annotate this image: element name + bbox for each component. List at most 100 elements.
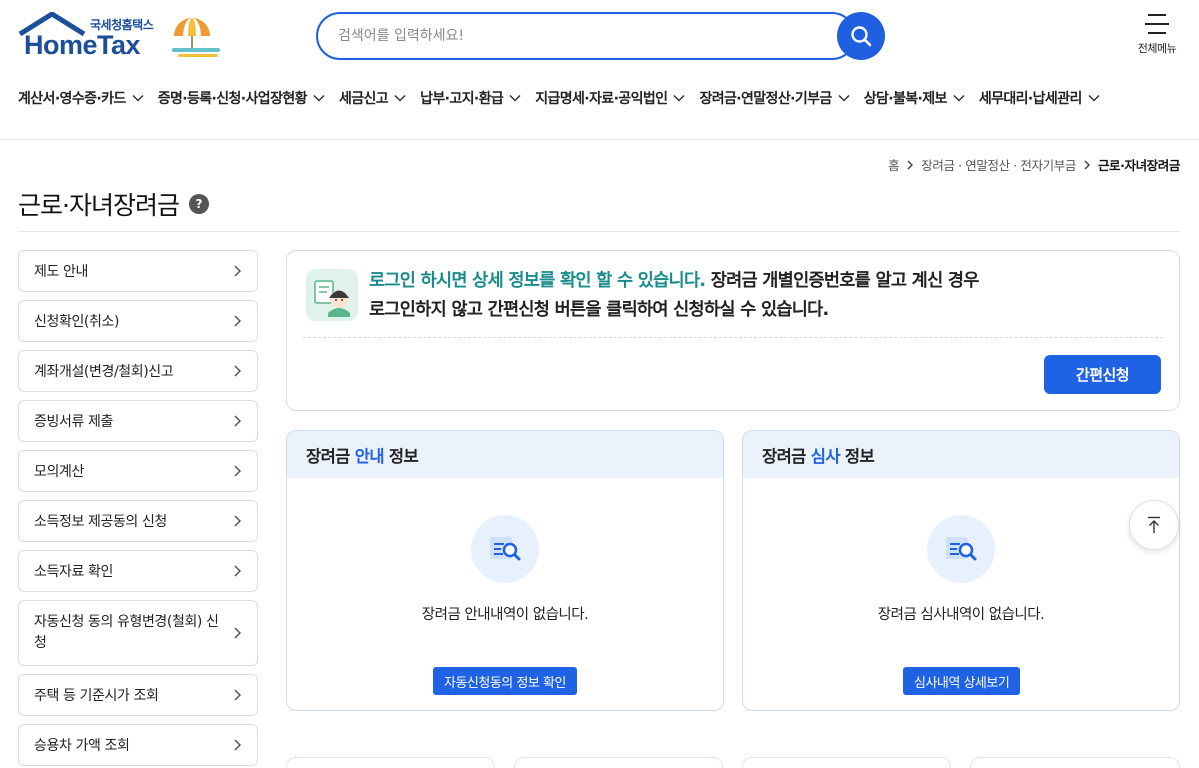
breadcrumb-current: 근로·자녀장려금 bbox=[1097, 158, 1180, 173]
chevron-right-icon bbox=[234, 689, 241, 701]
chevron-right-icon bbox=[907, 159, 914, 170]
beach-umbrella-icon bbox=[172, 18, 220, 57]
notice-divider bbox=[303, 337, 1163, 338]
gnb-label: 세금신고 bbox=[338, 91, 389, 107]
hamburger-icon bbox=[1145, 14, 1169, 34]
help-icon[interactable]: ? bbox=[188, 194, 209, 214]
side-item-label: 제도 안내 bbox=[34, 264, 88, 280]
side-item-program-guide[interactable]: 제도 안내 bbox=[18, 250, 258, 292]
chevron-right-icon bbox=[234, 265, 241, 277]
gnb-label: 상담·불복·제보 bbox=[863, 91, 948, 107]
simple-apply-button[interactable]: 간편신청 bbox=[1044, 355, 1161, 394]
side-item-label: 소득정보 제공동의 신청 bbox=[34, 514, 167, 530]
chevron-down-icon bbox=[132, 94, 144, 102]
chevron-down-icon bbox=[509, 94, 521, 102]
side-item-income-check[interactable]: 소득자료 확인 bbox=[18, 550, 258, 592]
card-header: 장려금 안내 정보 bbox=[287, 431, 723, 478]
all-menu-button[interactable]: 전체메뉴 bbox=[1128, 12, 1186, 64]
bottom-card bbox=[742, 757, 951, 768]
chevron-right-icon bbox=[234, 565, 241, 577]
page-title-row: 근로·자녀장려금 ? bbox=[18, 186, 209, 222]
side-item-document-submit[interactable]: 증빙서류 제출 bbox=[18, 400, 258, 442]
scroll-top-button[interactable] bbox=[1129, 500, 1179, 550]
gnb-label: 납부·고지·환급 bbox=[420, 91, 504, 107]
gnb-label: 장려금·연말정산·기부금 bbox=[699, 91, 832, 107]
card-header: 장려금 심사 정보 bbox=[743, 431, 1179, 478]
side-item-label: 모의계산 bbox=[34, 464, 84, 480]
chevron-down-icon bbox=[953, 94, 965, 102]
page-title: 근로·자녀장려금 bbox=[18, 191, 180, 220]
chevron-right-icon bbox=[234, 365, 241, 377]
side-item-label: 소득자료 확인 bbox=[34, 564, 113, 580]
gnb-item-incentive[interactable]: 장려금·연말정산·기부금 bbox=[699, 88, 850, 108]
side-item-simulation[interactable]: 모의계산 bbox=[18, 450, 258, 492]
search-input[interactable] bbox=[316, 12, 856, 60]
card-title-suffix: 정보 bbox=[844, 446, 875, 466]
chevron-right-icon bbox=[234, 627, 241, 639]
chevron-down-icon bbox=[313, 94, 325, 102]
gnb-label: 계산서·영수증·카드 bbox=[18, 91, 126, 107]
search-button[interactable] bbox=[837, 12, 885, 60]
hometax-logo[interactable]: 국세청홈택스 HomeTax bbox=[18, 12, 228, 62]
incentive-review-card: 장려금 심사 정보 장려금 심사내역이 없습니다. 심사내역 상세보기 bbox=[742, 430, 1180, 711]
card-title-prefix: 장려금 bbox=[306, 446, 350, 466]
side-item-income-consent[interactable]: 소득정보 제공동의 신청 bbox=[18, 500, 258, 542]
gnb-item-statement[interactable]: 지급명세·자료·공익법인 bbox=[535, 88, 685, 108]
global-nav: 계산서·영수증·카드 증명·등록·신청·사업장현황 세금신고 납부·고지·환급 … bbox=[18, 88, 1100, 108]
search-icon bbox=[851, 26, 872, 47]
chevron-down-icon bbox=[1088, 94, 1100, 102]
gnb-label: 증명·등록·신청·사업장현황 bbox=[157, 91, 308, 107]
side-item-house-price[interactable]: 주택 등 기준시가 조회 bbox=[18, 674, 258, 716]
bottom-card bbox=[970, 757, 1180, 768]
gnb-item-payment[interactable]: 납부·고지·환급 bbox=[420, 88, 521, 108]
side-item-label: 계좌개설(변경/철회)신고 bbox=[34, 364, 174, 380]
side-item-label: 자동신청 동의 유형변경(철회) 신청 bbox=[34, 614, 219, 651]
gnb-label: 지급명세·자료·공익법인 bbox=[535, 91, 668, 107]
notice-text: 로그인 하시면 상세 정보를 확인 할 수 있습니다. 장려금 개별인증번호를 … bbox=[369, 267, 979, 325]
arrow-up-icon bbox=[1148, 516, 1160, 533]
card-title-prefix: 장려금 bbox=[762, 446, 806, 466]
chevron-down-icon bbox=[673, 94, 685, 102]
breadcrumb-home[interactable]: 홈 bbox=[888, 155, 900, 174]
notice-text-line1: 장려금 개별인증번호를 알고 계신 경우 bbox=[705, 271, 980, 291]
document-search-icon bbox=[927, 515, 995, 583]
breadcrumb: 홈 장려금 · 연말정산 · 전자기부금 근로·자녀장려금 bbox=[888, 155, 1180, 174]
bottom-card bbox=[514, 757, 723, 768]
auto-apply-consent-button[interactable]: 자동신청동의 정보 확인 bbox=[433, 667, 577, 695]
chevron-right-icon bbox=[234, 465, 241, 477]
card-title-accent: 안내 bbox=[354, 446, 385, 466]
gnb-item-tax-return[interactable]: 세금신고 bbox=[339, 88, 406, 108]
side-item-auto-apply-change[interactable]: 자동신청 동의 유형변경(철회) 신청 bbox=[18, 600, 258, 666]
incentive-guide-card: 장려금 안내 정보 장려금 안내내역이 없습니다. 자동신청동의 정보 확인 bbox=[286, 430, 724, 711]
chevron-right-icon bbox=[234, 415, 241, 427]
bottom-card bbox=[286, 757, 495, 768]
gnb-item-consulting[interactable]: 상담·불복·제보 bbox=[864, 88, 965, 108]
title-divider bbox=[18, 231, 1180, 232]
side-item-label: 승용차 가액 조회 bbox=[34, 738, 130, 754]
gnb-item-agent[interactable]: 세무대리·납세관리 bbox=[979, 88, 1100, 108]
gnb-item-certificate[interactable]: 증명·등록·신청·사업장현황 bbox=[158, 88, 325, 108]
login-notice-box: 로그인 하시면 상세 정보를 확인 할 수 있습니다. 장려금 개별인증번호를 … bbox=[286, 250, 1180, 411]
side-item-car-price[interactable]: 승용차 가액 조회 bbox=[18, 724, 258, 766]
review-detail-button[interactable]: 심사내역 상세보기 bbox=[903, 667, 1021, 695]
chevron-right-icon bbox=[1084, 159, 1090, 170]
side-item-account-report[interactable]: 계좌개설(변경/철회)신고 bbox=[18, 350, 258, 392]
side-item-label: 주택 등 기준시가 조회 bbox=[34, 688, 159, 704]
chevron-right-icon bbox=[234, 515, 241, 527]
notice-text-line2: 로그인하지 않고 간편신청 버튼을 클릭하여 신청하실 수 있습니다. bbox=[369, 300, 829, 320]
card-title-accent: 심사 bbox=[810, 446, 841, 466]
gnb-item-invoice[interactable]: 계산서·영수증·카드 bbox=[18, 88, 144, 108]
card-empty-text: 장려금 안내내역이 없습니다. bbox=[421, 607, 589, 623]
side-menu: 제도 안내 신청확인(취소) 계좌개설(변경/철회)신고 증빙서류 제출 모의계… bbox=[18, 250, 258, 768]
side-item-label: 신청확인(취소) bbox=[34, 314, 120, 330]
side-item-application-check[interactable]: 신청확인(취소) bbox=[18, 300, 258, 342]
card-title-suffix: 정보 bbox=[388, 446, 419, 466]
logo-title: HomeTax bbox=[24, 30, 141, 60]
document-search-icon bbox=[471, 515, 539, 583]
breadcrumb-parent[interactable]: 장려금 · 연말정산 · 전자기부금 bbox=[921, 155, 1076, 174]
search-bar bbox=[316, 12, 885, 60]
side-item-label: 증빙서류 제출 bbox=[34, 414, 113, 430]
person-document-icon bbox=[306, 269, 358, 321]
chevron-right-icon bbox=[234, 739, 241, 751]
notice-accent-text: 로그인 하시면 상세 정보를 확인 할 수 있습니다. bbox=[369, 271, 706, 291]
